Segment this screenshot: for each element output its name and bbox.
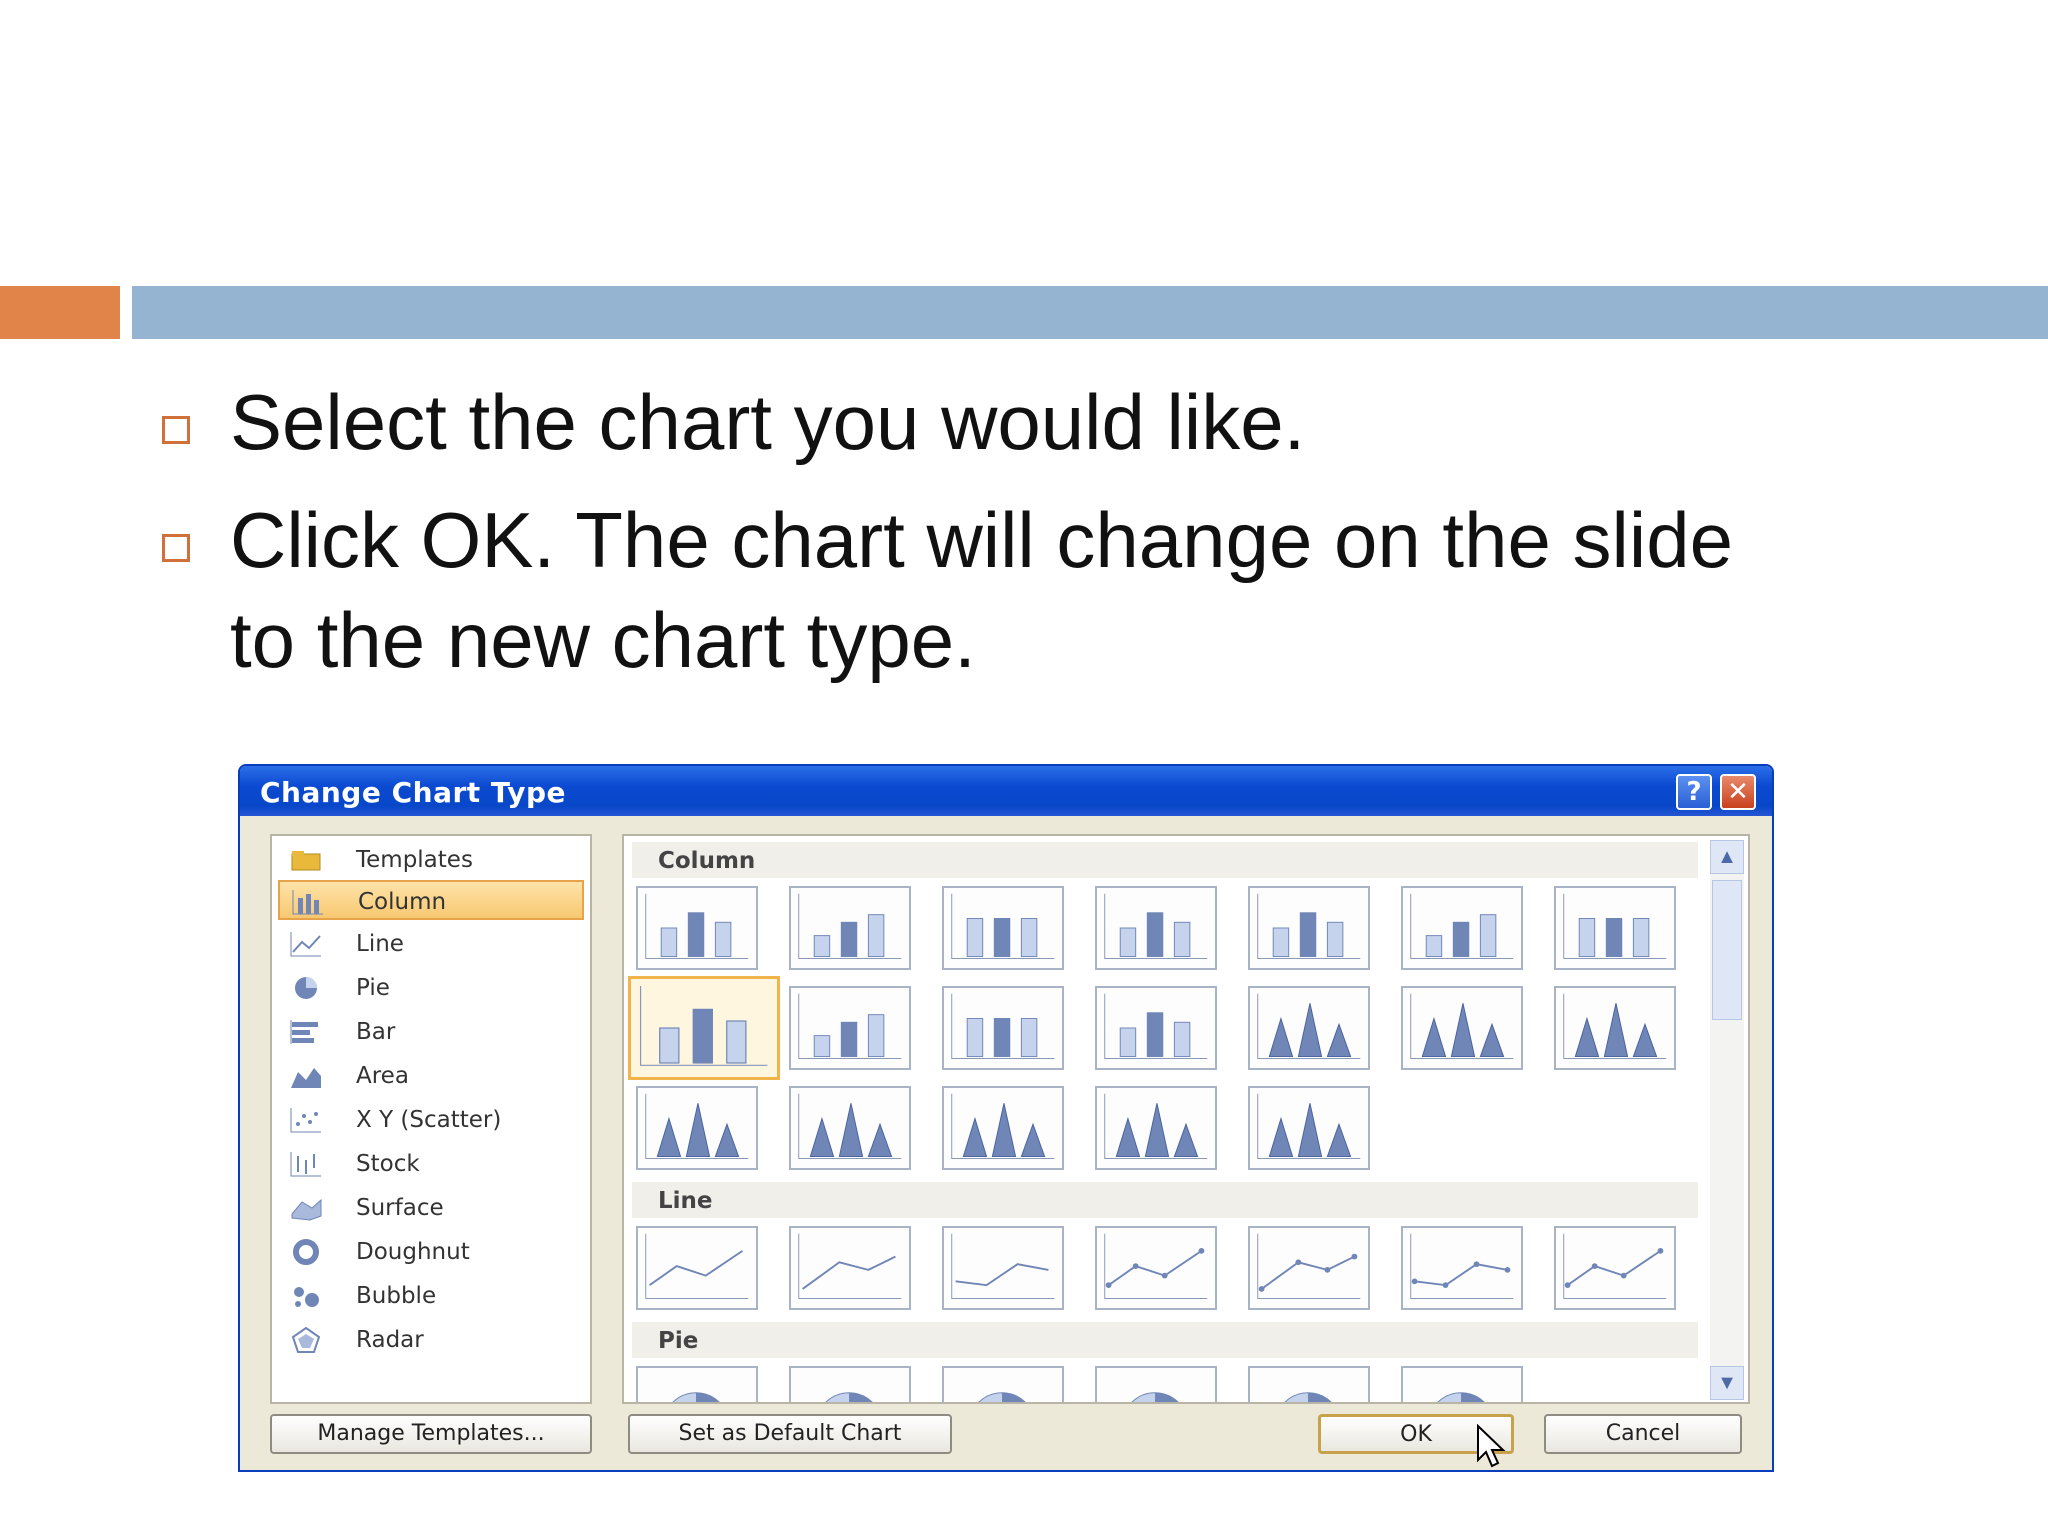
chart-type-label: Line	[356, 931, 404, 957]
chart-subtype-thumbnail[interactable]	[1401, 1226, 1523, 1310]
chart-subtype-thumbnail[interactable]	[1248, 986, 1370, 1070]
pie-chart-icon	[288, 974, 324, 1002]
chart-subtype-thumbnail[interactable]	[1554, 986, 1676, 1070]
chart-type-item-doughnut[interactable]: Doughnut	[278, 1232, 584, 1272]
bullet-text: Select the chart you would like.	[230, 378, 1306, 466]
chart-type-label: Surface	[356, 1195, 444, 1221]
chart-subtype-thumbnail[interactable]	[942, 1366, 1064, 1402]
chart-subtype-thumbnail[interactable]	[1248, 1366, 1370, 1402]
chart-type-label: Column	[358, 889, 447, 915]
mouse-pointer-icon	[1477, 1424, 1506, 1468]
change-chart-type-dialog: Change Chart Type ? ✕ Templates Column L…	[238, 764, 1774, 1472]
set-as-default-chart-button[interactable]: Set as Default Chart	[628, 1414, 952, 1454]
chart-subtype-thumbnail[interactable]	[1401, 986, 1523, 1070]
chart-subtype-thumbnail[interactable]	[789, 986, 911, 1070]
scroll-down-arrow-icon[interactable]: ▼	[1710, 1366, 1744, 1400]
cancel-button[interactable]: Cancel	[1544, 1414, 1742, 1454]
column-chart-icon	[290, 888, 326, 916]
accent-bar-orange	[0, 286, 120, 339]
section-header-line: Line	[632, 1182, 1698, 1218]
chart-subtype-thumbnail[interactable]	[636, 1086, 758, 1170]
folder-icon	[288, 846, 324, 874]
chart-type-item-pie[interactable]: Pie	[278, 968, 584, 1008]
chart-subtype-thumbnail[interactable]	[636, 1226, 758, 1310]
chart-subtype-thumbnail[interactable]	[1554, 886, 1676, 970]
bullet-text-continued: to the new chart type.	[230, 596, 976, 684]
chart-subtype-thumbnail[interactable]	[1248, 886, 1370, 970]
section-header-column: Column	[632, 842, 1698, 878]
doughnut-chart-icon	[288, 1238, 324, 1266]
chart-subtype-thumbnail[interactable]	[1401, 886, 1523, 970]
chart-subtype-thumbnail[interactable]	[1095, 1366, 1217, 1402]
dialog-title: Change Chart Type	[260, 776, 566, 809]
chart-subtype-thumbnail[interactable]	[1248, 1226, 1370, 1310]
bar-chart-icon	[288, 1018, 324, 1046]
chart-subtype-gallery: Column Line Pie ▲ ▼	[622, 834, 1750, 1404]
chart-type-item-scatter[interactable]: X Y (Scatter)	[278, 1100, 584, 1140]
chart-subtype-thumbnail[interactable]	[1248, 1086, 1370, 1170]
chart-type-label: Bubble	[356, 1283, 437, 1309]
chart-subtype-thumbnail[interactable]	[789, 1366, 911, 1402]
radar-chart-icon	[288, 1326, 324, 1354]
chart-type-list: Templates Column Line Pie Bar Area X Y (…	[270, 834, 592, 1404]
close-button[interactable]: ✕	[1720, 774, 1756, 810]
chart-type-label: Stock	[356, 1151, 420, 1177]
chart-subtype-thumbnail[interactable]	[636, 1366, 758, 1402]
chart-type-item-surface[interactable]: Surface	[278, 1188, 584, 1228]
chart-type-item-line[interactable]: Line	[278, 924, 584, 964]
chart-type-label: Area	[356, 1063, 409, 1089]
scroll-thumb[interactable]	[1712, 880, 1742, 1020]
chart-subtype-thumbnail[interactable]	[789, 886, 911, 970]
chart-subtype-thumbnail[interactable]	[942, 1086, 1064, 1170]
chart-type-item-stock[interactable]: Stock	[278, 1144, 584, 1184]
chart-subtype-thumbnail[interactable]	[1095, 1226, 1217, 1310]
chart-type-item-radar[interactable]: Radar	[278, 1320, 584, 1360]
chart-subtype-thumbnail[interactable]	[789, 1226, 911, 1310]
chart-type-label: Bar	[356, 1019, 396, 1045]
bullet-text: Click OK. The chart will change on the s…	[230, 496, 1733, 584]
chart-type-label: Templates	[356, 847, 473, 873]
chart-subtype-thumbnail[interactable]	[1554, 1226, 1676, 1310]
chart-subtype-thumbnail[interactable]	[1095, 986, 1217, 1070]
chart-type-label: Doughnut	[356, 1239, 470, 1265]
chart-subtype-thumbnail[interactable]	[942, 1226, 1064, 1310]
bubble-chart-icon	[288, 1282, 324, 1310]
chart-type-label: Radar	[356, 1327, 424, 1353]
gallery-scrollbar[interactable]: ▲ ▼	[1710, 840, 1744, 1400]
chart-subtype-thumbnail[interactable]	[636, 886, 758, 970]
section-header-pie: Pie	[632, 1322, 1698, 1358]
chart-subtype-thumbnail[interactable]	[1095, 886, 1217, 970]
chart-type-item-column[interactable]: Column	[278, 880, 584, 920]
chart-subtype-thumbnail-selected[interactable]	[628, 976, 780, 1080]
chart-subtype-thumbnail[interactable]	[942, 986, 1064, 1070]
dialog-titlebar[interactable]: Change Chart Type ? ✕	[240, 766, 1772, 816]
scroll-up-arrow-icon[interactable]: ▲	[1710, 840, 1744, 874]
chart-type-item-templates[interactable]: Templates	[278, 840, 584, 880]
scatter-chart-icon	[288, 1106, 324, 1134]
chart-type-label: Pie	[356, 975, 390, 1001]
bullet-square-icon	[162, 416, 190, 444]
accent-bar-blue	[132, 286, 2048, 339]
line-chart-icon	[288, 930, 324, 958]
area-chart-icon	[288, 1062, 324, 1090]
stock-chart-icon	[288, 1150, 324, 1178]
chart-subtype-thumbnail[interactable]	[942, 886, 1064, 970]
surface-chart-icon	[288, 1194, 324, 1222]
chart-subtype-thumbnail[interactable]	[789, 1086, 911, 1170]
bullet-square-icon	[162, 534, 190, 562]
help-button[interactable]: ?	[1676, 774, 1712, 810]
chart-type-label: X Y (Scatter)	[356, 1107, 502, 1133]
chart-type-item-bubble[interactable]: Bubble	[278, 1276, 584, 1316]
chart-subtype-thumbnail[interactable]	[1095, 1086, 1217, 1170]
chart-subtype-thumbnail[interactable]	[1401, 1366, 1523, 1402]
manage-templates-button[interactable]: Manage Templates...	[270, 1414, 592, 1454]
chart-type-item-area[interactable]: Area	[278, 1056, 584, 1096]
chart-type-item-bar[interactable]: Bar	[278, 1012, 584, 1052]
